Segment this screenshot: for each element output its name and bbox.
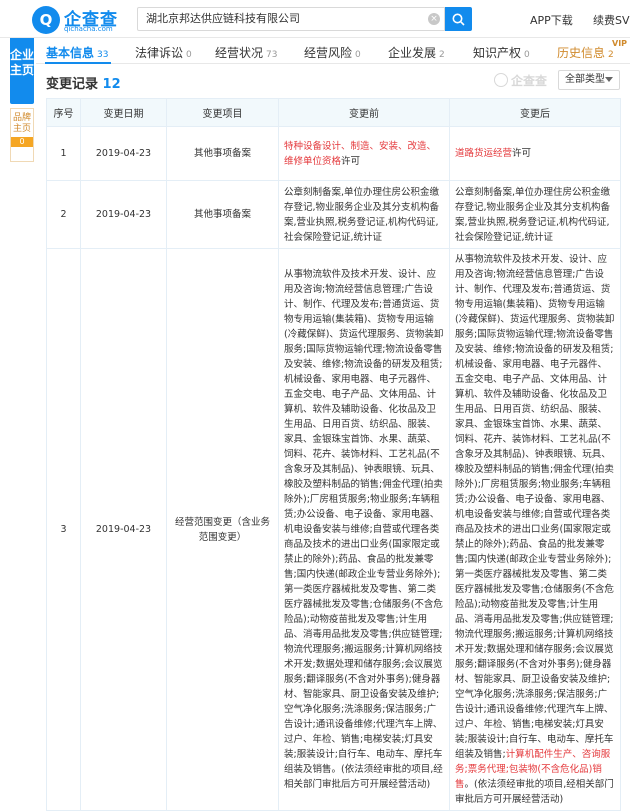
row-item: 其他事项备案 [166, 180, 279, 249]
side-nav: 企业主页 品牌主页 0 [10, 38, 34, 162]
tab-count: 0 [186, 50, 192, 60]
header-item: 变更项目 [166, 98, 279, 127]
tab-risk[interactable]: 经营风险 0 [304, 44, 361, 61]
search-button[interactable] [445, 7, 472, 31]
tab-count: 73 [266, 50, 278, 60]
tab-label: 知识产权 [473, 46, 522, 60]
header-date: 变更日期 [80, 98, 167, 127]
row-no: 3 [46, 248, 81, 811]
header-before: 变更前 [278, 98, 450, 127]
row-date: 2019-04-23 [80, 180, 167, 249]
type-filter-select[interactable]: 全部类型 [558, 70, 620, 90]
tab-label: 经营风险 [304, 46, 353, 60]
tab-label: 经营状况 [215, 46, 264, 60]
unchanged-text: 许可 [512, 148, 532, 159]
section-title: 变更记录 12 [46, 73, 121, 92]
header-after: 变更后 [449, 98, 621, 127]
changed-text: 道路货运经营 [455, 148, 513, 159]
sidebar-item-company-home[interactable]: 企业主页 [10, 38, 34, 104]
tab-operations[interactable]: 经营状况 73 [215, 44, 277, 61]
sidebar-item-brand-label: 品牌主页 [12, 113, 31, 134]
tab-label: 基本信息 [46, 46, 95, 60]
section-count: 12 [102, 77, 121, 92]
tab-count: 0 [355, 50, 361, 60]
vip-renew-link[interactable]: 续费SVIP [593, 12, 630, 28]
tab-history[interactable]: 历史信息 2 [557, 44, 614, 61]
row-item: 经营范围变更（含业务范围变更） [166, 248, 279, 811]
tab-bar: 基本信息 33 法律诉讼 0 经营状况 73 经营风险 0 企业发展 2 知识产权 0 历史… [36, 38, 630, 64]
tab-label: 企业发展 [388, 46, 437, 60]
tab-count: 33 [97, 50, 109, 60]
unchanged-text: 许可 [341, 155, 361, 167]
table-header-row: 序号 变更日期 变更项目 变更前 变更后 [46, 98, 621, 127]
tab-basic-info[interactable]: 基本信息 33 [46, 44, 108, 61]
row-before: 特种设备设计、制造、安装、改造、维修单位资格许可 [278, 126, 450, 181]
tab-label: 历史信息 [557, 46, 606, 60]
watermark-logo: 企查查 [494, 72, 547, 89]
app-download-link[interactable]: APP下载 [530, 12, 573, 28]
tab-legal[interactable]: 法律诉讼 0 [135, 44, 192, 61]
tab-label: 法律诉讼 [135, 46, 184, 60]
tab-count: 2 [439, 50, 445, 60]
top-bar: Q 企查查 qichacha.com 湖北京邦达供应链科技有限公司 × APP下… [0, 0, 630, 38]
brand-count-badge: 0 [11, 137, 33, 147]
vip-badge: VIP [612, 39, 628, 48]
search-input[interactable]: 湖北京邦达供应链科技有限公司 [137, 7, 445, 31]
sidebar-item-brand-home[interactable]: 品牌主页 0 [10, 108, 34, 162]
type-filter-value: 全部类型 [565, 74, 605, 85]
clear-icon[interactable]: × [428, 13, 440, 25]
row-item: 其他事项备案 [166, 126, 279, 181]
tab-count: 2 [608, 50, 614, 60]
section-title-text: 变更记录 [46, 77, 99, 92]
logo-subtitle: qichacha.com [64, 25, 113, 33]
chevron-down-icon [605, 77, 613, 82]
row-after: 道路货运经营许可 [449, 126, 621, 181]
table-row: 3 2019-04-23 经营范围变更（含业务范围变更） 从事物流软件及技术开发… [46, 248, 621, 811]
row-date: 2019-04-23 [80, 248, 167, 811]
change-record-table: 序号 变更日期 变更项目 变更前 变更后 1 2019-04-23 其他事项备案… [46, 98, 621, 811]
table-row: 1 2019-04-23 其他事项备案 特种设备设计、制造、安装、改造、维修单位… [46, 126, 621, 181]
row-before: 公章刻制备案,单位办理住房公积金缴存登记,物业服务企业及其分支机构备案,营业执照… [278, 180, 450, 249]
active-tab-underline [45, 62, 111, 64]
watermark-text: 企查查 [511, 74, 548, 88]
unchanged-text: 从事物流软件及技术开发、设计、应用及咨询;物流经营信息管理;广告设计、制作、代理… [455, 254, 615, 760]
row-date: 2019-04-23 [80, 126, 167, 181]
tab-count: 0 [524, 50, 530, 60]
watermark-icon [494, 73, 508, 87]
unchanged-text: 。(依法须经审批的项目,经相关部门审批后方可开展经营活动) [455, 779, 614, 805]
header-no: 序号 [46, 98, 81, 127]
tab-development[interactable]: 企业发展 2 [388, 44, 445, 61]
row-no: 1 [46, 126, 81, 181]
row-before: 从事物流软件及技术开发、设计、应用及咨询;物流经营信息管理;广告设计、制作、代理… [278, 248, 450, 811]
search-icon [452, 13, 465, 26]
row-no: 2 [46, 180, 81, 249]
row-after: 从事物流软件及技术开发、设计、应用及咨询;物流经营信息管理;广告设计、制作、代理… [449, 248, 621, 811]
table-row: 2 2019-04-23 其他事项备案 公章刻制备案,单位办理住房公积金缴存登记… [46, 180, 621, 249]
row-after: 公章刻制备案,单位办理住房公积金缴存登记,物业服务企业及其分支机构备案,营业执照… [449, 180, 621, 249]
logo-icon[interactable]: Q [32, 6, 60, 34]
tab-ip[interactable]: 知识产权 0 [473, 44, 530, 61]
